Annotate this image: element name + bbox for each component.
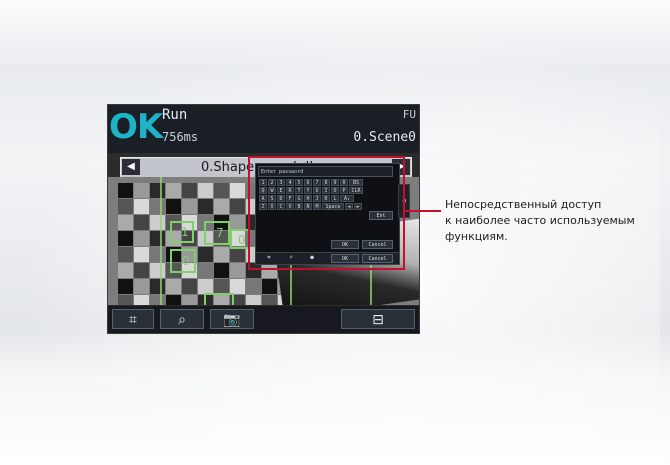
grid-cell	[134, 247, 149, 262]
grid-cell	[230, 215, 245, 230]
grid-cell	[214, 183, 229, 198]
detection-label: 0	[238, 233, 246, 247]
grid-cell	[246, 279, 261, 294]
detection-box[interactable]: 3	[204, 293, 234, 305]
detection-box[interactable]: 1	[170, 221, 194, 243]
grid-cell	[198, 199, 213, 214]
processing-time: 756ms	[162, 130, 199, 144]
grid-cell	[262, 279, 277, 294]
arrow-left-icon: ◀	[127, 161, 135, 172]
toolbox-icon: ⊟	[372, 312, 384, 328]
mode-label: Run	[162, 107, 188, 123]
grid-cell	[214, 263, 229, 278]
grid-cell	[198, 279, 213, 294]
bottom-toolbar: ⌗ ⌕ 📷 ⊟	[108, 306, 419, 333]
grid-cell	[230, 279, 245, 294]
grid-cell	[134, 231, 149, 246]
grid-cell	[150, 231, 165, 246]
grid-cell	[182, 279, 197, 294]
grid-cell	[230, 247, 245, 262]
grid-cell	[118, 199, 133, 214]
grid-cell	[166, 183, 181, 198]
callout-line-2: к наиболее часто используемым	[445, 214, 635, 227]
status-header: OK Run 756ms FU 0.Scene0	[108, 105, 419, 153]
grid-cell	[134, 279, 149, 294]
callout-text: Непосредственный доступ к наиболее часто…	[445, 197, 635, 245]
grid-cell	[134, 295, 149, 305]
guide-line	[160, 177, 162, 305]
grid-cell	[182, 183, 197, 198]
callout-connector	[405, 210, 441, 212]
grid-cell	[134, 215, 149, 230]
grid-cell	[134, 263, 149, 278]
grid-cell	[150, 295, 165, 305]
grid-cell	[118, 215, 133, 230]
grid-cell	[118, 183, 133, 198]
grid-cell	[134, 199, 149, 214]
grid-cell	[182, 199, 197, 214]
grid-cell	[198, 263, 213, 278]
grid-cell	[150, 183, 165, 198]
background-stage: OK Run 756ms FU 0.Scene0 ◀ 0.Shape searc…	[0, 0, 670, 465]
grid-cell	[134, 183, 149, 198]
grid-cell	[230, 199, 245, 214]
grid-cell	[150, 263, 165, 278]
callout-line-3: функциям.	[445, 230, 508, 243]
previous-item-button[interactable]: ◀	[122, 159, 140, 175]
highlight-frame	[248, 156, 405, 270]
corner-tag: FU	[402, 108, 416, 121]
grid-cell	[214, 279, 229, 294]
grid-cell	[246, 295, 261, 305]
detection-label: 0	[182, 254, 190, 268]
detection-box[interactable]: 0	[230, 229, 250, 249]
grid-cell	[118, 247, 133, 262]
grid-cell	[214, 247, 229, 262]
grid-cell	[166, 199, 181, 214]
grid-cell	[166, 279, 181, 294]
grid-cell	[150, 199, 165, 214]
detection-label: 7	[216, 226, 224, 240]
camera-button[interactable]: 📷	[210, 309, 254, 329]
callout-line-1: Непосредственный доступ	[445, 198, 602, 211]
frame-adjust-button[interactable]: ⌗	[112, 309, 154, 329]
toolbox-button[interactable]: ⊟	[341, 309, 415, 329]
grid-cell	[150, 215, 165, 230]
zoom-button[interactable]: ⌕	[160, 309, 204, 329]
grid-cell	[198, 183, 213, 198]
grid-cell	[118, 263, 133, 278]
grid-cell	[150, 279, 165, 294]
scene-label: 0.Scene0	[353, 130, 416, 145]
grid-cell	[198, 247, 213, 262]
grid-cell	[118, 231, 133, 246]
grid-cell	[118, 279, 133, 294]
grid-cell	[230, 263, 245, 278]
grid-cell	[262, 295, 277, 305]
grid-cell	[166, 295, 181, 305]
frame-adjust-icon: ⌗	[129, 312, 137, 328]
grid-cell	[214, 199, 229, 214]
grid-cell	[182, 295, 197, 305]
grid-cell	[150, 247, 165, 262]
zoom-icon: ⌕	[178, 312, 186, 328]
grid-cell	[230, 183, 245, 198]
grid-cell	[118, 295, 133, 305]
detection-box[interactable]: 0	[170, 249, 196, 273]
detection-label: 3	[218, 303, 226, 305]
detection-label: 1	[181, 225, 189, 239]
camera-icon: 📷	[223, 312, 241, 328]
judgement-status: OK	[109, 107, 163, 147]
detection-box[interactable]: 7	[204, 221, 230, 245]
